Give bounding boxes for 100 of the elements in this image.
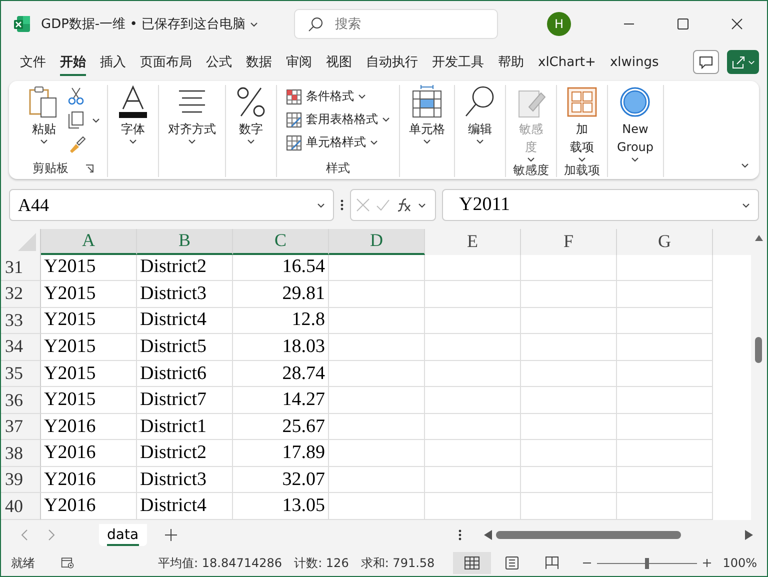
ribbon-button[interactable]: 单元格 bbox=[407, 85, 447, 144]
scrollbar-thumb[interactable] bbox=[755, 337, 762, 363]
column-header[interactable]: D bbox=[329, 229, 425, 255]
row-header[interactable]: 35 bbox=[1, 360, 41, 388]
menu-tab[interactable]: 帮助 bbox=[491, 49, 531, 75]
row-header[interactable]: 34 bbox=[1, 334, 41, 361]
scrollbar-thumb[interactable] bbox=[496, 531, 681, 539]
macro-record-icon[interactable] bbox=[61, 556, 74, 570]
close-icon[interactable] bbox=[731, 18, 743, 30]
scroll-left-icon[interactable] bbox=[484, 530, 492, 540]
table-cells-icon bbox=[411, 85, 443, 119]
checkmark-icon[interactable] bbox=[376, 198, 390, 212]
user-avatar[interactable]: H bbox=[547, 12, 571, 36]
chevron-down-icon bbox=[188, 139, 196, 144]
dialog-launcher-icon[interactable] bbox=[84, 164, 94, 172]
maximize-icon[interactable] bbox=[677, 18, 689, 30]
formula-field[interactable]: Y2011 bbox=[442, 189, 759, 221]
more-icon[interactable] bbox=[458, 528, 462, 542]
chevron-down-icon bbox=[418, 202, 426, 208]
ribbon-button[interactable]: New Group bbox=[615, 85, 656, 162]
column-header[interactable]: G bbox=[617, 229, 713, 255]
row-header[interactable]: 37 bbox=[1, 414, 41, 440]
chevron-down-icon bbox=[370, 140, 378, 145]
style-menu-button[interactable]: 单元格样式 bbox=[284, 133, 392, 152]
ribbon-button[interactable]: 字体 bbox=[115, 85, 151, 144]
percent-icon bbox=[235, 85, 267, 119]
name-box[interactable]: A44 bbox=[9, 189, 334, 221]
paintbrush-icon[interactable] bbox=[68, 135, 86, 153]
group-label: 加载项 bbox=[564, 162, 600, 179]
zoom-in-icon[interactable] bbox=[702, 559, 711, 567]
table-cell: District2 bbox=[137, 440, 233, 467]
row-header[interactable]: 38 bbox=[1, 440, 41, 467]
chevron-down-icon bbox=[250, 22, 258, 26]
comments-button[interactable] bbox=[693, 50, 719, 74]
column-header[interactable]: E bbox=[425, 229, 521, 255]
share-button[interactable] bbox=[727, 50, 759, 74]
previous-sheet-icon[interactable] bbox=[21, 529, 29, 541]
menu-tab[interactable]: 自动执行 bbox=[359, 49, 425, 75]
table-cell: District1 bbox=[137, 414, 233, 440]
circle-icon bbox=[619, 85, 652, 119]
chevron-down-icon bbox=[742, 202, 750, 208]
chevron-down-icon bbox=[631, 157, 640, 162]
menu-tab[interactable]: 文件 bbox=[13, 49, 53, 75]
search-field[interactable]: 搜索 bbox=[294, 9, 498, 39]
style-menu-button[interactable]: 套用表格格式 bbox=[284, 110, 392, 129]
menu-tab[interactable]: 插入 bbox=[93, 49, 133, 75]
menu-tab[interactable]: 数据 bbox=[239, 49, 279, 75]
table-cell: 14.27 bbox=[233, 387, 329, 414]
menu-tab[interactable]: 开始 bbox=[53, 49, 93, 75]
grid-view-icon bbox=[464, 556, 480, 570]
column-header[interactable]: A bbox=[41, 229, 137, 255]
menu-tab[interactable]: xlwings bbox=[602, 50, 666, 74]
scroll-right-icon[interactable] bbox=[745, 530, 753, 540]
count-value: 计数: 126 bbox=[294, 554, 349, 572]
menu-tab[interactable]: 页面布局 bbox=[133, 49, 199, 75]
row-header[interactable]: 31 bbox=[1, 254, 41, 282]
table-cell: Y2016 bbox=[41, 414, 137, 440]
grid-icon bbox=[566, 85, 598, 119]
column-header[interactable]: B bbox=[137, 229, 233, 255]
conditional-format-icon bbox=[286, 88, 302, 104]
ribbon-button[interactable]: 加 载项 bbox=[564, 85, 600, 162]
next-sheet-icon[interactable] bbox=[47, 529, 55, 541]
menu-tab[interactable]: 开发工具 bbox=[425, 49, 491, 75]
collapse-ribbon-icon bbox=[741, 163, 749, 168]
row-header[interactable]: 33 bbox=[1, 308, 41, 334]
function-icon[interactable] bbox=[396, 197, 412, 213]
copy-icon[interactable] bbox=[68, 111, 84, 129]
table-cell: 13.05 bbox=[233, 493, 329, 520]
scissors-icon[interactable] bbox=[68, 87, 84, 105]
menu-tab[interactable]: 公式 bbox=[199, 49, 239, 75]
column-header[interactable]: F bbox=[521, 229, 617, 255]
table-cell: District7 bbox=[137, 387, 233, 414]
sheet-tab[interactable]: data bbox=[99, 524, 147, 546]
magnifier-icon bbox=[464, 85, 496, 119]
row-header[interactable]: 39 bbox=[1, 466, 41, 494]
more-icon[interactable] bbox=[340, 198, 344, 212]
add-sheet-icon[interactable] bbox=[164, 529, 177, 541]
table-cell: Y2016 bbox=[41, 493, 137, 520]
style-menu-button[interactable]: 条件格式 bbox=[284, 87, 392, 106]
ribbon-button[interactable]: 编辑 bbox=[462, 85, 498, 144]
comment-icon bbox=[699, 56, 713, 68]
menu-tab[interactable]: xlChart+ bbox=[531, 50, 603, 74]
table-cell: Y2015 bbox=[41, 334, 137, 361]
ribbon-button[interactable]: 数字 bbox=[233, 85, 269, 144]
ribbon-button[interactable]: 对齐方式 bbox=[166, 85, 218, 144]
chevron-down-icon bbox=[317, 202, 325, 208]
view-button[interactable] bbox=[452, 552, 491, 574]
table-cell: District3 bbox=[137, 281, 233, 308]
menu-tab[interactable]: 视图 bbox=[319, 49, 359, 75]
row-header[interactable]: 36 bbox=[1, 387, 41, 414]
row-header[interactable]: 40 bbox=[1, 493, 41, 520]
scroll-up-icon[interactable] bbox=[755, 235, 763, 241]
page-break-icon bbox=[544, 556, 560, 570]
menu-tab[interactable]: 审阅 bbox=[279, 49, 319, 75]
group-label: 样式 bbox=[326, 160, 350, 176]
column-header[interactable]: C bbox=[233, 229, 329, 255]
chevron-down-icon bbox=[578, 157, 586, 162]
row-header[interactable]: 32 bbox=[1, 281, 41, 308]
ribbon-button[interactable]: 粘贴 bbox=[26, 85, 62, 144]
table-cell: District6 bbox=[137, 360, 233, 388]
